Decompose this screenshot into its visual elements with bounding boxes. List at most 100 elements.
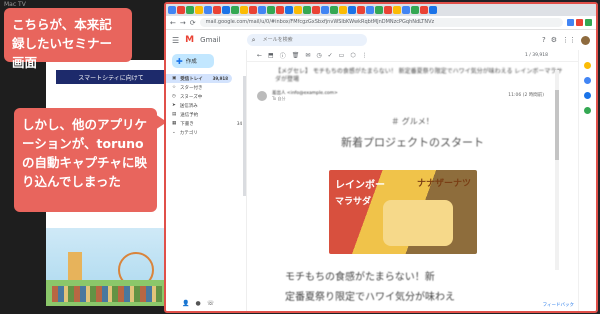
avatar[interactable] — [581, 35, 590, 45]
sidebar-item-label: 下書き — [180, 121, 194, 127]
browser-tab[interactable] — [249, 6, 257, 14]
sender-name: 差出人 <info@example.com> — [272, 91, 338, 96]
gmail-body: ✚ 作成 ▣ 受信トレイ 39,918 ☆ スター付き ◷ スヌーズ中 ➤ 送信済み ▤ 送信予約 ▦… — [166, 50, 596, 311]
browser-tab[interactable] — [231, 6, 239, 14]
browser-tab[interactable] — [204, 6, 212, 14]
search-input[interactable]: メールを検索 — [246, 34, 367, 46]
feedback-link[interactable]: フィードバック — [543, 302, 574, 308]
tasks-icon[interactable] — [584, 92, 591, 99]
browser-tab[interactable] — [294, 6, 302, 14]
calendar-icon[interactable] — [584, 62, 591, 69]
move-icon[interactable]: ▭ — [339, 52, 345, 59]
browser-tab[interactable] — [375, 6, 383, 14]
apps-icon[interactable]: ⋮⋮ — [562, 36, 576, 44]
person-icon[interactable]: 👤 — [182, 300, 189, 307]
task-icon[interactable]: ✓ — [328, 52, 333, 59]
message-scrollbar[interactable] — [555, 70, 559, 270]
sidebar-item[interactable]: ▤ 送信予約 — [166, 110, 246, 119]
browser-tab[interactable] — [393, 6, 401, 14]
sidebar-item[interactable]: ☆ スター付き — [166, 83, 246, 92]
sender-row: 差出人 <info@example.com> To 自分 — [257, 90, 338, 102]
address-bar: ← → ⟳ mail.google.com/mail/u/0/#inbox/FM… — [166, 16, 596, 30]
more-icon[interactable]: ⋮ — [362, 52, 368, 59]
browser-tab[interactable] — [195, 6, 203, 14]
gmail-logo[interactable]: M — [185, 35, 194, 45]
sidebar: ✚ 作成 ▣ 受信トレイ 39,918 ☆ スター付き ◷ スヌーズ中 ➤ 送信済み ▤ 送信予約 ▦… — [166, 50, 246, 311]
browser-tab[interactable] — [177, 6, 185, 14]
people-illustration — [52, 286, 162, 302]
message-subject: 【メグセレ】 モチもちの食感がたまらない！ 新定番夏祭り限定でハワイ気分が味わえ… — [275, 68, 563, 83]
contacts-icon[interactable] — [584, 107, 591, 114]
message-toolbar: ← ⬒ ⓘ 🗑 ✉ ◷ ✓ ▭ ⬡ ⋮ 1 / 39,918 — [247, 50, 578, 62]
label-icon[interactable]: ⬡ — [350, 52, 355, 59]
annotation-seminar-screen: こちらが、本来記録したいセミナー画面 — [4, 8, 132, 70]
browser-tab[interactable] — [186, 6, 194, 14]
keep-icon[interactable] — [584, 77, 591, 84]
compose-label: 作成 — [185, 59, 197, 65]
sidebar-item[interactable]: ▣ 受信トレイ 39,918 — [166, 74, 232, 83]
sidebar-item[interactable]: ◷ スヌーズ中 — [166, 92, 246, 101]
archive-icon[interactable]: ⬒ — [268, 52, 274, 59]
extension-icon[interactable] — [567, 19, 574, 26]
message-view: ← ⬒ ⓘ 🗑 ✉ ◷ ✓ ▭ ⬡ ⋮ 1 / 39,918 【メグセレ】 モチ… — [246, 50, 578, 311]
browser-tab[interactable] — [168, 6, 176, 14]
browser-window: ← → ⟳ mail.google.com/mail/u/0/#inbox/FM… — [164, 2, 598, 313]
browser-tab[interactable] — [411, 6, 419, 14]
sidebar-item[interactable]: ▦ 下書き 34 — [166, 119, 246, 128]
reload-icon[interactable]: ⟳ — [190, 19, 196, 27]
compose-button[interactable]: ✚ 作成 — [172, 54, 214, 68]
browser-tab[interactable] — [384, 6, 392, 14]
delete-icon[interactable]: 🗑 — [292, 52, 300, 59]
gmail-name: Gmail — [200, 36, 221, 44]
mail-icon[interactable]: ✉ — [305, 52, 310, 59]
browser-tab[interactable] — [330, 6, 338, 14]
browser-tab[interactable] — [213, 6, 221, 14]
browser-tab[interactable] — [276, 6, 284, 14]
menu-icon[interactable]: ☰ — [172, 36, 179, 45]
browser-tab[interactable] — [267, 6, 275, 14]
back-icon[interactable]: ← — [170, 19, 176, 27]
browser-tab[interactable] — [240, 6, 248, 14]
url-input[interactable]: mail.google.com/mail/u/0/#inbox/FMfcgzGx… — [199, 18, 563, 27]
message-heading: ＃ グルメ！ — [391, 117, 434, 126]
forward-icon[interactable]: → — [180, 19, 186, 27]
scrollbar-thumb[interactable] — [555, 90, 559, 160]
browser-tab[interactable] — [321, 6, 329, 14]
location-icon[interactable]: ● — [195, 300, 200, 307]
extension-icon[interactable] — [576, 19, 583, 26]
browser-tab[interactable] — [285, 6, 293, 14]
extension-icons — [567, 19, 592, 26]
browser-tab[interactable] — [303, 6, 311, 14]
header-actions: ? ⚙ ⋮⋮ — [542, 35, 590, 45]
snooze-icon[interactable]: ◷ — [316, 52, 321, 59]
slide-illustration — [46, 228, 170, 306]
sidebar-item-label: カテゴリ — [179, 130, 198, 136]
browser-tab[interactable] — [339, 6, 347, 14]
sidebar-footer: 👤 ● ☏ — [182, 300, 214, 307]
browser-tab[interactable] — [258, 6, 266, 14]
browser-tab[interactable] — [429, 6, 437, 14]
spam-icon[interactable]: ⓘ — [280, 51, 286, 60]
sidebar-item[interactable]: ➤ 送信済み — [166, 101, 246, 110]
message-subheading: 新着プロジェクトのスタート — [341, 136, 484, 149]
recipient[interactable]: To 自分 — [272, 96, 338, 102]
browser-tab[interactable] — [420, 6, 428, 14]
browser-tab[interactable] — [312, 6, 320, 14]
inbox-icon: ▣ — [172, 76, 177, 81]
window-title: Mac TV — [4, 1, 26, 8]
promo-title-1: レインボー — [335, 180, 385, 191]
sidebar-item-label: 受信トレイ — [180, 76, 203, 82]
settings-icon[interactable]: ⚙ — [551, 36, 557, 44]
browser-tab[interactable] — [366, 6, 374, 14]
help-icon[interactable]: ? — [542, 36, 546, 44]
sidebar-item[interactable]: ⌄ カテゴリ — [166, 128, 246, 137]
browser-tab[interactable] — [348, 6, 356, 14]
back-arrow-icon[interactable]: ← — [257, 52, 262, 59]
browser-tab[interactable] — [222, 6, 230, 14]
browser-tab[interactable] — [402, 6, 410, 14]
promo-image[interactable]: レインボー マラサダ ナナザーナツ — [329, 170, 477, 254]
promo-title-3: ナナザーナツ — [416, 179, 471, 189]
extension-icon[interactable] — [585, 19, 592, 26]
browser-tab[interactable] — [357, 6, 365, 14]
phone-icon[interactable]: ☏ — [207, 300, 215, 307]
